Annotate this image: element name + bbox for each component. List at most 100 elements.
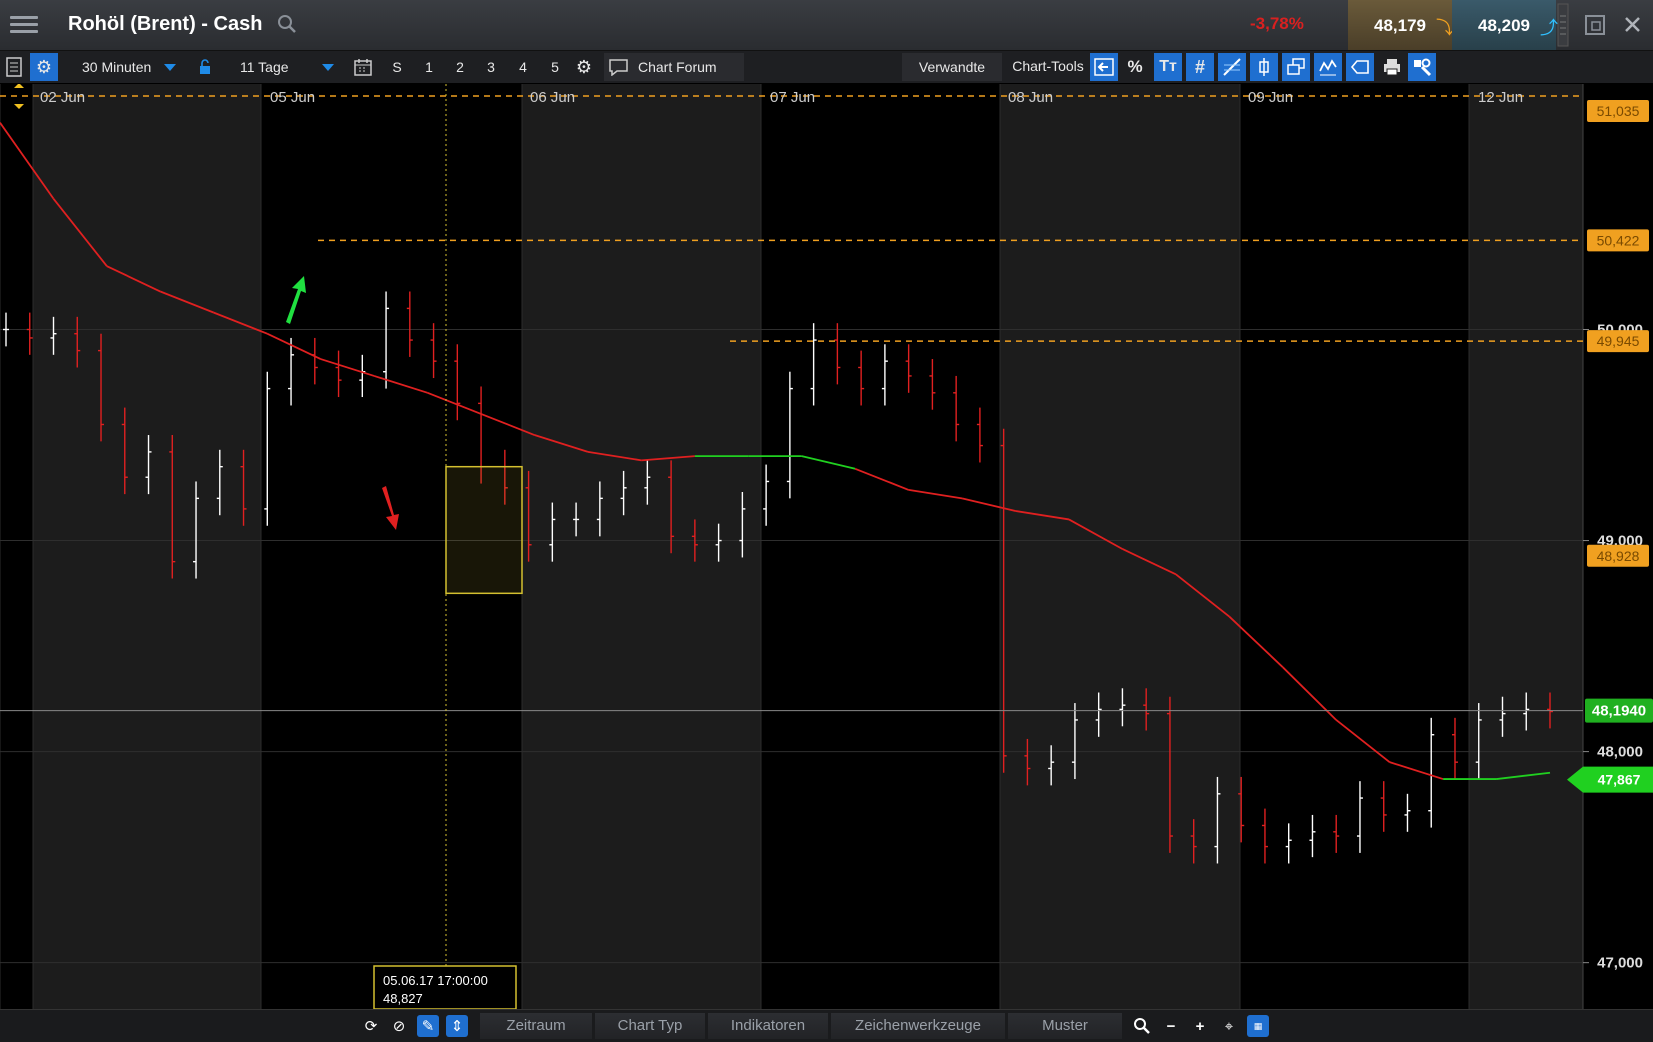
updown-button[interactable]: ⇕ xyxy=(446,1015,468,1037)
chart-forum-label: Chart Forum xyxy=(638,59,717,75)
maximize-icon xyxy=(1580,0,1610,50)
settings-button[interactable]: ⚙ xyxy=(30,53,58,81)
y-tick-label: 47,000 xyxy=(1597,955,1643,972)
text-size-icon: Tт xyxy=(1159,58,1177,76)
day-band xyxy=(761,84,1000,1009)
day-band xyxy=(33,84,261,1009)
candle-button[interactable] xyxy=(1250,53,1278,81)
draw-button[interactable]: ✎ xyxy=(417,1015,439,1037)
indicator-button[interactable] xyxy=(1314,53,1342,81)
stack-windows-icon xyxy=(1286,57,1306,77)
magnifier-icon xyxy=(1133,1017,1151,1035)
x-tick-label: 05 Jun xyxy=(270,89,315,106)
day-band xyxy=(0,84,33,1009)
zoom-in-button[interactable]: + xyxy=(1189,1015,1211,1037)
verwandte-button[interactable]: Verwandte xyxy=(902,53,1002,81)
x-tick-label: 07 Jun xyxy=(770,89,815,106)
label-button[interactable] xyxy=(1346,53,1374,81)
tab-muster[interactable]: Muster xyxy=(1008,1013,1122,1039)
refresh-button[interactable]: ⟳ xyxy=(360,1015,382,1037)
tab-zeitraum[interactable]: Zeitraum xyxy=(480,1013,592,1039)
chart-toolbar: ⚙ 30 Minuten 11 Tage S 1 2 3 4 5 ⚙ Chart… xyxy=(0,51,1653,83)
tooltip-date: 05.06.17 17:00:00 xyxy=(383,973,488,988)
selection-box xyxy=(446,467,522,594)
bottom-bar: ⟳ ⊘ ✎ ⇕ Zeitraum Chart Typ Indikatoren Z… xyxy=(0,1009,1653,1042)
gear-icon: ⚙ xyxy=(576,57,592,78)
x-tick-label: 08 Jun xyxy=(1008,89,1053,106)
y-tick-label: 48,000 xyxy=(1597,744,1643,761)
x-tick-label: 02 Jun xyxy=(40,89,85,106)
windows-button[interactable] xyxy=(1282,53,1310,81)
price-chart[interactable]: 50,00049,00048,00047,00002 Jun05 Jun06 J… xyxy=(0,84,1653,1009)
quick-button-4[interactable]: 4 xyxy=(512,53,534,81)
current-price-label: 48,1940 xyxy=(1592,703,1646,720)
candlestick-icon xyxy=(1254,57,1274,77)
crosshair-button[interactable]: ⌖ xyxy=(1218,1015,1240,1037)
quick-button-s[interactable]: S xyxy=(386,53,408,81)
trend-tool-button[interactable] xyxy=(1218,53,1246,81)
percent-button[interactable]: % xyxy=(1122,53,1148,81)
calendar-button[interactable] xyxy=(350,53,376,81)
x-tick-label: 06 Jun xyxy=(530,89,575,106)
range-dropdown[interactable]: 11 Tage xyxy=(240,55,340,79)
quick-button-2[interactable]: 2 xyxy=(449,53,471,81)
maximize-button[interactable] xyxy=(1580,0,1610,50)
ma-price-label: 47,867 xyxy=(1598,772,1641,788)
print-icon xyxy=(1382,57,1402,77)
zoom-search-button[interactable] xyxy=(1131,1015,1153,1037)
signal-icon xyxy=(1318,57,1338,77)
print-button[interactable] xyxy=(1378,53,1406,81)
chart-forum-button[interactable]: Chart Forum xyxy=(604,53,744,81)
close-button[interactable] xyxy=(1617,0,1647,50)
high-price-label: 50,422 xyxy=(1597,232,1640,248)
bid-price-button[interactable]: 48,179 ⤵ xyxy=(1348,0,1452,50)
chart-tools-label: Chart-Tools xyxy=(1006,52,1090,80)
interval-dropdown[interactable]: 30 Minuten xyxy=(82,55,182,79)
text-tool-button[interactable]: Tт xyxy=(1154,53,1182,81)
document-icon xyxy=(5,57,23,77)
bid-price: 48,179 xyxy=(1374,16,1426,36)
quick-button-1[interactable]: 1 xyxy=(418,53,440,81)
tab-zeichenwerkzeuge[interactable]: Zeichenwerkzeuge xyxy=(831,1013,1005,1039)
quick-button-3[interactable]: 3 xyxy=(480,53,502,81)
tools-button[interactable] xyxy=(1408,53,1436,81)
day-band xyxy=(1240,84,1469,1009)
x-tick-label: 12 Jun xyxy=(1478,89,1523,106)
scroll-handle[interactable] xyxy=(1556,0,1570,50)
tab-indikatoren[interactable]: Indikatoren xyxy=(708,1013,828,1039)
lock-icon xyxy=(198,59,212,75)
ask-price: 48,209 xyxy=(1478,16,1530,36)
back-button[interactable] xyxy=(1090,53,1118,81)
x-tick-label: 09 Jun xyxy=(1248,89,1293,106)
interval-value: 30 Minuten xyxy=(82,59,151,75)
top-price-label: 51,035 xyxy=(1597,103,1640,119)
gear-icon: ⚙ xyxy=(36,57,52,78)
grip-icon xyxy=(1556,0,1570,50)
range-value: 11 Tage xyxy=(240,59,289,75)
zoom-out-button[interactable]: − xyxy=(1160,1015,1182,1037)
chart-settings-button[interactable]: ⚙ xyxy=(572,53,596,81)
search-icon[interactable] xyxy=(276,13,298,35)
grid-button[interactable]: # xyxy=(1186,53,1214,81)
quick-button-5[interactable]: 5 xyxy=(544,53,566,81)
instrument-title: Rohöl (Brent) - Cash xyxy=(68,13,262,36)
sheet-button[interactable] xyxy=(2,53,26,81)
calendar-icon xyxy=(354,58,372,76)
trendline-icon xyxy=(1222,57,1242,77)
back-arrow-icon xyxy=(1094,58,1114,76)
day-band xyxy=(1469,84,1583,1009)
clear-button[interactable]: ⊘ xyxy=(388,1015,410,1037)
tag-icon xyxy=(1350,57,1370,77)
up-down-icon: ⇕ xyxy=(451,1017,464,1035)
plus-icon: + xyxy=(1196,1018,1205,1035)
ask-price-button[interactable]: 48,209 ⤴ xyxy=(1452,0,1556,50)
lock-button[interactable] xyxy=(196,53,214,81)
data-mode-button[interactable]: ▦ xyxy=(1247,1015,1269,1037)
minus-icon: − xyxy=(1167,1018,1176,1035)
tooltip-value: 48,827 xyxy=(383,991,423,1006)
close-icon xyxy=(1617,0,1647,50)
day-band xyxy=(1000,84,1240,1009)
numbers-icon: ▦ xyxy=(1254,1021,1263,1032)
tab-chart-typ[interactable]: Chart Typ xyxy=(595,1013,705,1039)
menu-icon[interactable] xyxy=(10,12,38,38)
